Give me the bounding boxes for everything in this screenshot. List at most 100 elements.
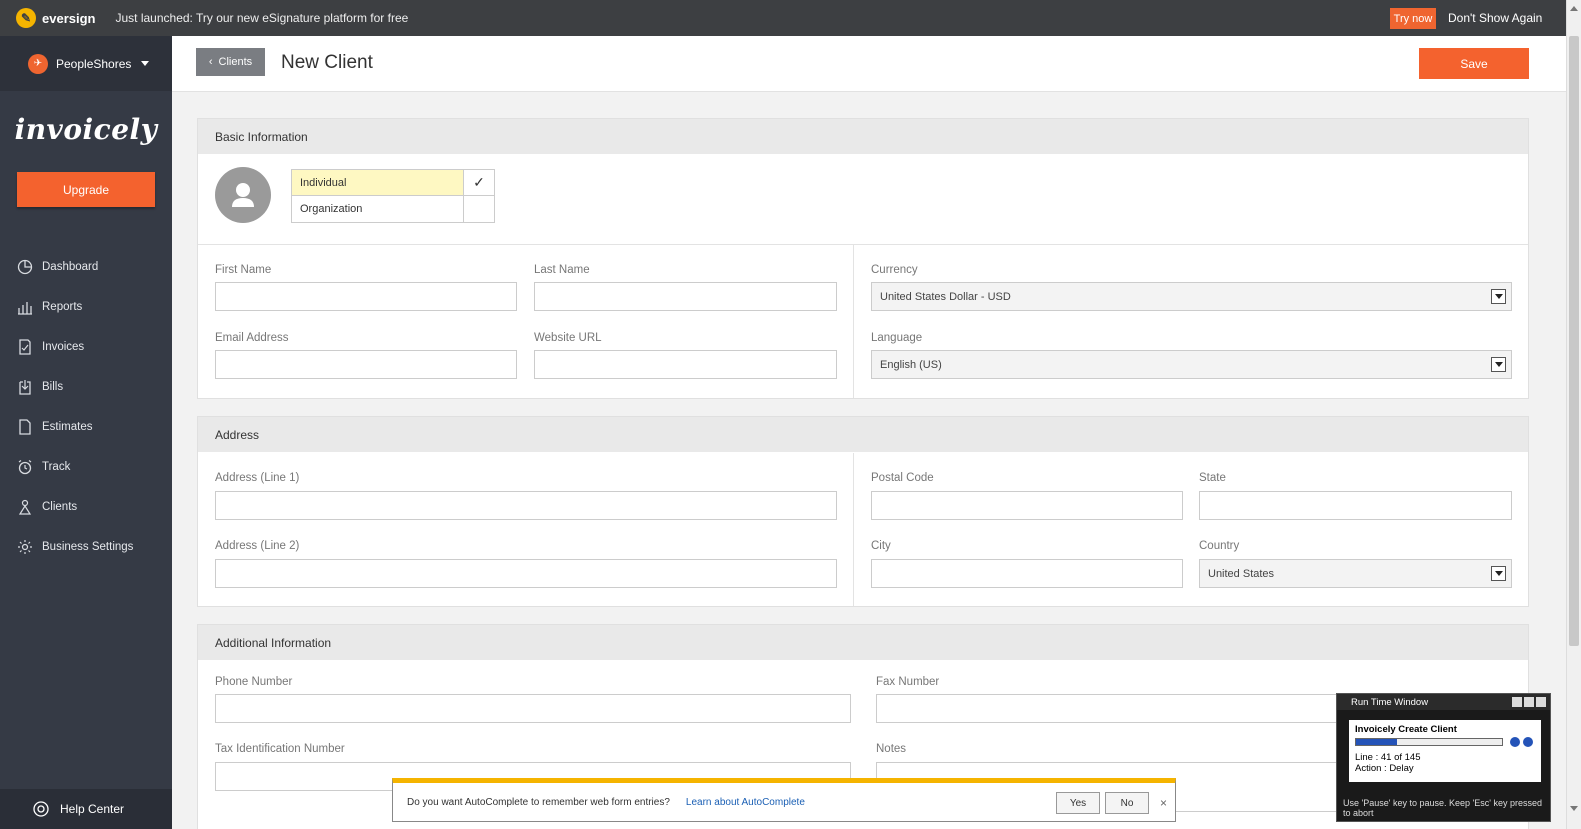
client-type-individual[interactable]: Individual ✓ (292, 170, 494, 196)
progress-fill (1356, 739, 1397, 745)
close-icon[interactable]: × (1160, 796, 1167, 810)
autocomplete-prompt: Do you want AutoComplete to remember web… (392, 778, 1176, 822)
state-field[interactable] (1199, 491, 1512, 520)
address-line2-field[interactable] (215, 559, 837, 588)
dropdown-arrow-icon[interactable] (1491, 357, 1506, 372)
page-scrollbar[interactable] (1566, 0, 1581, 829)
language-value: English (US) (880, 358, 942, 371)
sidebar-item-estimates[interactable]: Estimates (0, 407, 172, 447)
track-icon (16, 458, 34, 476)
sidebar-item-business-settings[interactable]: Business Settings (0, 527, 172, 567)
sidebar-item-invoices[interactable]: Invoices (0, 327, 172, 367)
city-field[interactable] (871, 559, 1183, 588)
last-name-field[interactable] (534, 282, 837, 311)
country-value: United States (1208, 567, 1275, 580)
email-field[interactable] (215, 350, 517, 379)
task-name: Invoicely Create Client (1355, 724, 1457, 735)
checkbox-empty[interactable] (464, 196, 494, 222)
first-name-field[interactable] (215, 282, 517, 311)
sidebar-item-reports[interactable]: Reports (0, 287, 172, 327)
eversign-brand-label: eversign (42, 10, 96, 26)
currency-select[interactable]: United States Dollar - USD (871, 282, 1512, 311)
back-label: Clients (218, 56, 253, 68)
help-center-link[interactable]: Help Center (0, 789, 172, 829)
first-name-label: First Name (215, 264, 272, 276)
sidebar-item-bills[interactable]: Bills (0, 367, 172, 407)
fax-label: Fax Number (876, 676, 940, 688)
scroll-down-icon[interactable] (1570, 806, 1578, 811)
panel-heading: Basic Information (198, 119, 1528, 154)
dropdown-arrow-icon[interactable] (1491, 289, 1506, 304)
progress-bar (1355, 738, 1503, 746)
run-time-hint: Use 'Pause' key to pause. Keep 'Esc' key… (1343, 798, 1542, 818)
eversign-brand[interactable]: ✎ eversign (16, 8, 95, 28)
chevron-down-icon (141, 61, 150, 66)
close-icon[interactable] (1536, 697, 1546, 707)
client-type-selector: Individual ✓ Organization (291, 169, 495, 223)
scroll-up-icon[interactable] (1570, 6, 1578, 11)
try-now-button[interactable]: Try now (1390, 8, 1436, 29)
action-status: Action : Delay (1355, 763, 1414, 774)
sidebar-nav: Dashboard Reports Invoices Bills Estimat… (0, 247, 172, 567)
sidebar-item-label: Business Settings (42, 541, 134, 553)
sidebar-item-label: Clients (42, 501, 78, 513)
tax-id-label: Tax Identification Number (215, 743, 345, 755)
upgrade-button[interactable]: Upgrade (17, 172, 155, 207)
back-to-clients-button[interactable]: ‹ Clients (196, 48, 265, 76)
page-header: ‹ Clients New Client Save (172, 36, 1566, 92)
page-title: New Client (281, 52, 373, 73)
address-line1-label: Address (Line 1) (215, 472, 300, 484)
invoices-icon (16, 338, 34, 356)
currency-value: United States Dollar - USD (880, 290, 1011, 303)
sidebar-item-label: Bills (42, 381, 64, 393)
country-select[interactable]: United States (1199, 559, 1512, 588)
reports-icon (16, 298, 34, 316)
client-avatar[interactable] (215, 167, 271, 223)
settings-icon (16, 538, 34, 556)
minimize-icon[interactable] (1512, 697, 1522, 707)
dropdown-arrow-icon[interactable] (1491, 566, 1506, 581)
panel-heading: Address (198, 417, 1528, 452)
sidebar-item-track[interactable]: Track (0, 447, 172, 487)
checkmark-icon[interactable]: ✓ (464, 170, 494, 195)
website-field[interactable] (534, 350, 837, 379)
sidebar-item-label: Reports (42, 301, 83, 313)
account-name: PeopleShores (56, 56, 132, 71)
language-label: Language (871, 332, 923, 344)
promo-banner: ✎ eversign Just launched: Try our new eS… (0, 0, 1566, 36)
address-panel: Address Address (Line 1) Address (Line 2… (197, 416, 1529, 607)
save-button[interactable]: Save (1419, 48, 1529, 79)
bills-icon (16, 378, 34, 396)
stop-icon[interactable] (1523, 737, 1533, 747)
client-type-organization[interactable]: Organization (292, 196, 494, 222)
address-line1-field[interactable] (215, 491, 837, 520)
country-label: Country (1199, 540, 1240, 552)
autocomplete-question: Do you want AutoComplete to remember web… (407, 796, 670, 808)
no-button[interactable]: No (1105, 792, 1149, 814)
currency-label: Currency (871, 264, 918, 276)
basic-information-panel: Basic Information Individual ✓ Organizat… (197, 118, 1529, 399)
learn-autocomplete-link[interactable]: Learn about AutoComplete (686, 797, 805, 808)
website-label: Website URL (534, 332, 602, 344)
yes-button[interactable]: Yes (1056, 792, 1100, 814)
language-select[interactable]: English (US) (871, 350, 1512, 379)
dont-show-again-link[interactable]: Don't Show Again (1448, 11, 1542, 25)
eversign-logo-icon: ✎ (16, 8, 36, 28)
phone-field[interactable] (215, 694, 851, 723)
postal-code-field[interactable] (871, 491, 1183, 520)
client-type-label: Organization (292, 196, 464, 222)
help-center-label: Help Center (60, 802, 125, 816)
sidebar: ✈ PeopleShores invoicely Upgrade Dashboa… (0, 36, 172, 829)
sidebar-item-dashboard[interactable]: Dashboard (0, 247, 172, 287)
sidebar-item-label: Track (42, 461, 71, 473)
scrollbar-thumb[interactable] (1569, 36, 1579, 646)
panel-heading: Additional Information (198, 625, 1528, 660)
account-switcher[interactable]: ✈ PeopleShores (0, 36, 172, 91)
pause-icon[interactable] (1510, 737, 1520, 747)
account-bird-icon: ✈ (28, 53, 48, 74)
sidebar-item-clients[interactable]: Clients (0, 487, 172, 527)
estimates-icon (16, 418, 34, 436)
maximize-icon[interactable] (1524, 697, 1534, 707)
dashboard-icon (16, 258, 34, 276)
divider (853, 245, 854, 398)
